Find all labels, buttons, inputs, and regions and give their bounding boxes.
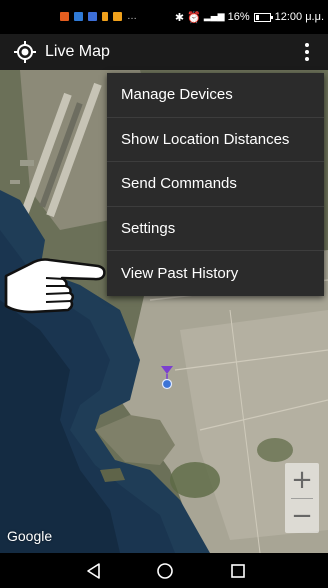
notification-icon — [113, 12, 122, 21]
home-circle-icon[interactable] — [155, 561, 175, 581]
menu-item-manage-devices[interactable]: Manage Devices — [107, 73, 324, 118]
battery-percent: 16% — [227, 11, 250, 23]
battery-icon — [253, 12, 273, 22]
notification-icon — [88, 12, 97, 21]
device-location-pin[interactable] — [160, 366, 174, 390]
recents-square-icon[interactable] — [228, 561, 248, 581]
status-right: ✱ ⏰ ▂▄▆ 16% 12:00 μ.μ. — [175, 11, 324, 24]
notification-icon — [60, 12, 69, 21]
signal-icon: ▂▄▆ — [203, 12, 225, 22]
gps-locate-icon[interactable] — [13, 40, 37, 64]
screen: … ✱ ⏰ ▂▄▆ 16% 12:00 μ.μ. Live Map + − Go… — [0, 0, 328, 588]
bluetooth-icon: ✱ — [174, 10, 185, 24]
back-triangle-icon[interactable] — [84, 561, 104, 581]
notification-icon — [74, 12, 83, 21]
more-vert-icon[interactable] — [304, 43, 310, 61]
zoom-in-button[interactable]: + — [285, 463, 319, 497]
zoom-controls: + − — [285, 463, 319, 533]
toolbar-title: Live Map — [45, 43, 110, 60]
notification-icon — [102, 12, 108, 21]
pointing-hand-icon — [4, 258, 106, 314]
more-notifications-icon: … — [127, 11, 137, 22]
app-toolbar: Live Map — [0, 34, 328, 70]
menu-item-settings[interactable]: Settings — [107, 207, 324, 252]
alarm-icon: ⏰ — [187, 10, 201, 24]
menu-item-view-past-history[interactable]: View Past History — [107, 251, 324, 296]
google-attribution: Google — [7, 528, 53, 544]
clock: 12:00 μ.μ. — [274, 11, 324, 23]
menu-item-send-commands[interactable]: Send Commands — [107, 162, 324, 207]
notification-icons: … — [60, 11, 137, 22]
zoom-out-button[interactable]: − — [285, 499, 319, 533]
menu-item-show-location-distances[interactable]: Show Location Distances — [107, 118, 324, 163]
status-bar: … ✱ ⏰ ▂▄▆ 16% 12:00 μ.μ. — [0, 0, 328, 34]
overflow-menu: Manage Devices Show Location Distances S… — [107, 73, 324, 296]
system-nav-bar — [0, 553, 328, 588]
